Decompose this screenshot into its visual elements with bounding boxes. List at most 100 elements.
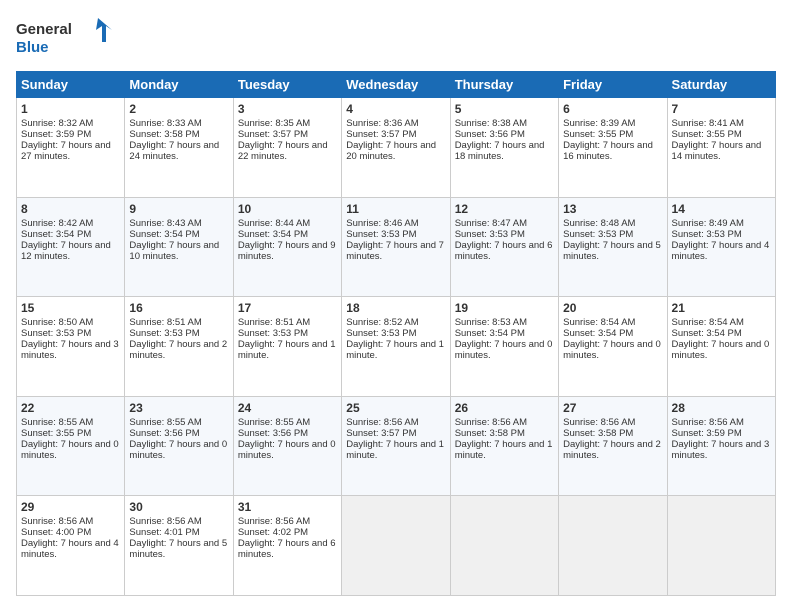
sunrise: Sunrise: 8:44 AM xyxy=(238,218,310,229)
sunrise: Sunrise: 8:36 AM xyxy=(346,118,418,129)
calendar-cell: 11Sunrise: 8:46 AMSunset: 3:53 PMDayligh… xyxy=(342,197,450,297)
sunrise: Sunrise: 8:56 AM xyxy=(563,417,635,428)
sunrise: Sunrise: 8:48 AM xyxy=(563,218,635,229)
calendar-cell: 26Sunrise: 8:56 AMSunset: 3:58 PMDayligh… xyxy=(450,396,558,496)
day-number: 30 xyxy=(129,500,228,514)
daylight: Daylight: 7 hours and 4 minutes. xyxy=(672,240,770,262)
day-number: 31 xyxy=(238,500,337,514)
calendar-cell: 22Sunrise: 8:55 AMSunset: 3:55 PMDayligh… xyxy=(17,396,125,496)
calendar-cell: 25Sunrise: 8:56 AMSunset: 3:57 PMDayligh… xyxy=(342,396,450,496)
svg-text:General: General xyxy=(16,21,72,38)
sunrise: Sunrise: 8:56 AM xyxy=(238,516,310,527)
sunrise: Sunrise: 8:54 AM xyxy=(672,317,744,328)
sunrise: Sunrise: 8:56 AM xyxy=(672,417,744,428)
svg-text:Blue: Blue xyxy=(16,39,49,56)
calendar-cell: 7Sunrise: 8:41 AMSunset: 3:55 PMDaylight… xyxy=(667,98,775,198)
daylight: Daylight: 7 hours and 9 minutes. xyxy=(238,240,336,262)
daylight: Daylight: 7 hours and 2 minutes. xyxy=(129,339,227,361)
column-header-sunday: Sunday xyxy=(17,72,125,98)
sunset: Sunset: 3:53 PM xyxy=(455,229,525,240)
daylight: Daylight: 7 hours and 16 minutes. xyxy=(563,140,653,162)
day-number: 13 xyxy=(563,202,662,216)
calendar-cell: 30 Sunrise: 8:56 AMSunset: 4:01 PMDayligh… xyxy=(125,496,233,596)
daylight: Daylight: 7 hours and 5 minutes. xyxy=(129,538,227,560)
calendar-cell xyxy=(559,496,667,596)
sunrise: Sunrise: 8:50 AM xyxy=(21,317,93,328)
sunset: Sunset: 3:54 PM xyxy=(672,328,742,339)
calendar-cell: 15Sunrise: 8:50 AMSunset: 3:53 PMDayligh… xyxy=(17,297,125,397)
sunrise: Sunrise: 8:55 AM xyxy=(21,417,93,428)
calendar: SundayMondayTuesdayWednesdayThursdayFrid… xyxy=(16,71,776,596)
sunset: Sunset: 3:57 PM xyxy=(346,428,416,439)
calendar-cell: 2Sunrise: 8:33 AMSunset: 3:58 PMDaylight… xyxy=(125,98,233,198)
sunset: Sunset: 3:57 PM xyxy=(346,129,416,140)
column-header-saturday: Saturday xyxy=(667,72,775,98)
sunset: Sunset: 4:01 PM xyxy=(129,527,199,538)
day-number: 7 xyxy=(672,102,771,116)
daylight: Daylight: 7 hours and 10 minutes. xyxy=(129,240,219,262)
calendar-week-5: 29Sunrise: 8:56 AMSunset: 4:00 PMDayligh… xyxy=(17,496,776,596)
calendar-week-1: 1Sunrise: 8:32 AMSunset: 3:59 PMDaylight… xyxy=(17,98,776,198)
sunset: Sunset: 3:54 PM xyxy=(129,229,199,240)
sunset: Sunset: 3:55 PM xyxy=(21,428,91,439)
calendar-cell: 29Sunrise: 8:56 AMSunset: 4:00 PMDayligh… xyxy=(17,496,125,596)
sunrise: Sunrise: 8:46 AM xyxy=(346,218,418,229)
column-header-tuesday: Tuesday xyxy=(233,72,341,98)
day-number: 2 xyxy=(129,102,228,116)
column-header-wednesday: Wednesday xyxy=(342,72,450,98)
calendar-cell: 6Sunrise: 8:39 AMSunset: 3:55 PMDaylight… xyxy=(559,98,667,198)
daylight: Daylight: 7 hours and 4 minutes. xyxy=(21,538,119,560)
sunset: Sunset: 3:53 PM xyxy=(672,229,742,240)
daylight: Daylight: 7 hours and 1 minute. xyxy=(346,339,444,361)
calendar-cell: 19Sunrise: 8:53 AMSunset: 3:54 PMDayligh… xyxy=(450,297,558,397)
day-number: 14 xyxy=(672,202,771,216)
calendar-cell: 17Sunrise: 8:51 AMSunset: 3:53 PMDayligh… xyxy=(233,297,341,397)
calendar-cell: 4Sunrise: 8:36 AMSunset: 3:57 PMDaylight… xyxy=(342,98,450,198)
sunset: Sunset: 3:55 PM xyxy=(672,129,742,140)
day-number: 22 xyxy=(21,401,120,415)
sunrise: Sunrise: 8:51 AM xyxy=(129,317,201,328)
calendar-cell xyxy=(667,496,775,596)
day-number: 24 xyxy=(238,401,337,415)
day-number: 10 xyxy=(238,202,337,216)
sunset: Sunset: 3:54 PM xyxy=(238,229,308,240)
sunset: Sunset: 3:55 PM xyxy=(563,129,633,140)
sunrise: Sunrise: 8:39 AM xyxy=(563,118,635,129)
logo: General Blue xyxy=(16,16,116,61)
daylight: Daylight: 7 hours and 1 minute. xyxy=(346,439,444,461)
calendar-cell: 27Sunrise: 8:56 AMSunset: 3:58 PMDayligh… xyxy=(559,396,667,496)
day-number: 27 xyxy=(563,401,662,415)
calendar-cell: 14Sunrise: 8:49 AMSunset: 3:53 PMDayligh… xyxy=(667,197,775,297)
day-number: 19 xyxy=(455,301,554,315)
daylight: Daylight: 7 hours and 20 minutes. xyxy=(346,140,436,162)
sunrise: Sunrise: 8:56 AM xyxy=(455,417,527,428)
daylight: Daylight: 7 hours and 0 minutes. xyxy=(129,439,227,461)
calendar-week-3: 15Sunrise: 8:50 AMSunset: 3:53 PMDayligh… xyxy=(17,297,776,397)
column-header-monday: Monday xyxy=(125,72,233,98)
sunset: Sunset: 3:53 PM xyxy=(563,229,633,240)
day-number: 12 xyxy=(455,202,554,216)
day-number: 23 xyxy=(129,401,228,415)
sunrise: Sunrise: 8:56 AM xyxy=(129,516,201,527)
calendar-cell: 3Sunrise: 8:35 AMSunset: 3:57 PMDaylight… xyxy=(233,98,341,198)
daylight: Daylight: 7 hours and 3 minutes. xyxy=(672,439,770,461)
daylight: Daylight: 7 hours and 24 minutes. xyxy=(129,140,219,162)
sunrise: Sunrise: 8:32 AM xyxy=(21,118,93,129)
calendar-cell: 12Sunrise: 8:47 AMSunset: 3:53 PMDayligh… xyxy=(450,197,558,297)
sunset: Sunset: 3:53 PM xyxy=(346,229,416,240)
sunrise: Sunrise: 8:51 AM xyxy=(238,317,310,328)
sunrise: Sunrise: 8:38 AM xyxy=(455,118,527,129)
daylight: Daylight: 7 hours and 0 minutes. xyxy=(238,439,336,461)
sunrise: Sunrise: 8:41 AM xyxy=(672,118,744,129)
calendar-cell: 18Sunrise: 8:52 AMSunset: 3:53 PMDayligh… xyxy=(342,297,450,397)
daylight: Daylight: 7 hours and 0 minutes. xyxy=(455,339,553,361)
sunset: Sunset: 3:53 PM xyxy=(129,328,199,339)
calendar-cell xyxy=(342,496,450,596)
sunset: Sunset: 3:58 PM xyxy=(455,428,525,439)
daylight: Daylight: 7 hours and 5 minutes. xyxy=(563,240,661,262)
sunrise: Sunrise: 8:56 AM xyxy=(346,417,418,428)
sunset: Sunset: 3:58 PM xyxy=(563,428,633,439)
day-number: 9 xyxy=(129,202,228,216)
daylight: Daylight: 7 hours and 6 minutes. xyxy=(238,538,336,560)
sunrise: Sunrise: 8:43 AM xyxy=(129,218,201,229)
